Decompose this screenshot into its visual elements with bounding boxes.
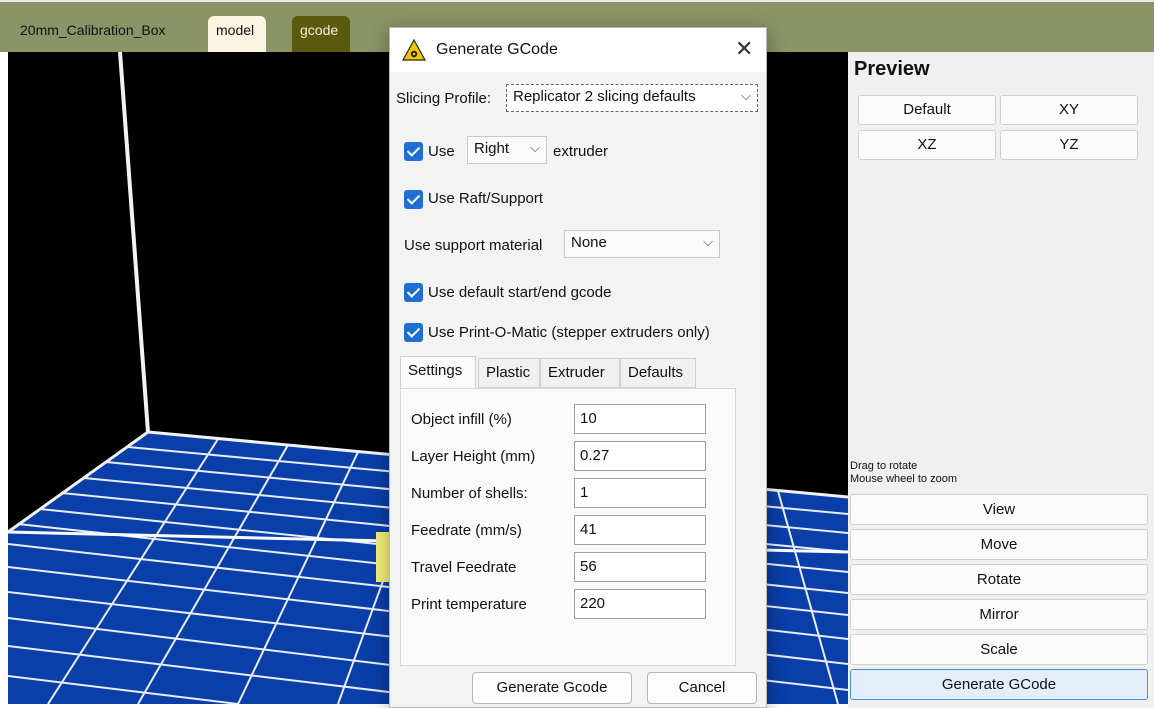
- use-raft-checkbox[interactable]: [404, 190, 423, 209]
- zoom-hint: Mouse wheel to zoom: [850, 473, 957, 485]
- tab-settings[interactable]: Settings: [400, 356, 476, 388]
- use-label: Use: [428, 143, 455, 160]
- extruder-label: extruder: [553, 143, 609, 160]
- support-material-label: Use support material: [404, 237, 543, 254]
- dialog-titlebar: Generate GCode ✕: [390, 28, 766, 72]
- feedrate-input[interactable]: 41: [574, 515, 706, 545]
- default-gcode-checkbox[interactable]: [404, 283, 423, 302]
- support-material-select[interactable]: None ⌵: [564, 230, 720, 258]
- print-o-matic-label: Use Print-O-Matic (stepper extruders onl…: [428, 324, 710, 341]
- tab-gcode[interactable]: gcode: [292, 16, 350, 54]
- number-of-shells-label: Number of shells:: [411, 485, 528, 502]
- file-name-tab[interactable]: 20mm_Calibration_Box: [20, 22, 166, 38]
- chevron-down-icon: ⌵: [741, 88, 751, 103]
- tab-model[interactable]: model: [208, 16, 266, 54]
- default-gcode-label: Use default start/end gcode: [428, 284, 612, 301]
- slicing-profile-select[interactable]: Replicator 2 slicing defaults ⌵: [506, 84, 758, 112]
- view-xy-button[interactable]: XY: [1000, 95, 1138, 125]
- settings-tab-page: Object infill (%) 10 Layer Height (mm) 0…: [400, 388, 736, 666]
- generate-gcode-side-button[interactable]: Generate GCode: [850, 669, 1148, 700]
- print-temperature-label: Print temperature: [411, 596, 527, 613]
- view-button[interactable]: View: [850, 494, 1148, 525]
- tab-extruder[interactable]: Extruder: [540, 358, 620, 388]
- scale-button[interactable]: Scale: [850, 634, 1148, 665]
- slicing-profile-value: Replicator 2 slicing defaults: [513, 88, 696, 105]
- print-o-matic-checkbox[interactable]: [404, 323, 423, 342]
- generate-gcode-button[interactable]: Generate Gcode: [472, 672, 632, 704]
- chevron-down-icon: ⌵: [703, 234, 713, 249]
- layer-height-label: Layer Height (mm): [411, 448, 536, 465]
- view-yz-button[interactable]: YZ: [1000, 130, 1138, 160]
- generate-gcode-dialog: Generate GCode ✕ Slicing Profile: Replic…: [389, 27, 767, 708]
- travel-feedrate-label: Travel Feedrate: [411, 559, 517, 576]
- extruder-value: Right: [474, 140, 510, 157]
- support-material-value: None: [571, 234, 607, 251]
- tab-plastic[interactable]: Plastic: [478, 358, 540, 388]
- object-infill-label: Object infill (%): [411, 411, 512, 428]
- rotate-button[interactable]: Rotate: [850, 564, 1148, 595]
- layer-height-input[interactable]: 0.27: [574, 441, 706, 471]
- cancel-button[interactable]: Cancel: [647, 672, 757, 704]
- chevron-down-icon: ⌵: [530, 140, 540, 155]
- preview-title: Preview: [854, 58, 930, 80]
- close-icon[interactable]: ✕: [735, 36, 753, 62]
- feedrate-label: Feedrate (mm/s): [411, 522, 522, 539]
- travel-feedrate-input[interactable]: 56: [574, 552, 706, 582]
- object-infill-input[interactable]: 10: [574, 404, 706, 434]
- view-xz-button[interactable]: XZ: [858, 130, 996, 160]
- tab-defaults[interactable]: Defaults: [620, 358, 696, 388]
- preview-panel: Preview Default XY XZ YZ Drag to rotate …: [848, 52, 1154, 708]
- slicing-profile-label: Slicing Profile:: [396, 90, 492, 107]
- rotate-hint: Drag to rotate: [850, 460, 918, 472]
- dialog-title: Generate GCode: [436, 41, 558, 58]
- view-default-button[interactable]: Default: [858, 95, 996, 125]
- use-raft-label: Use Raft/Support: [428, 190, 544, 207]
- print-temperature-input[interactable]: 220: [574, 589, 706, 619]
- warning-icon: [401, 38, 427, 66]
- move-button[interactable]: Move: [850, 529, 1148, 560]
- extruder-select[interactable]: Right ⌵: [467, 136, 547, 164]
- mirror-button[interactable]: Mirror: [850, 599, 1148, 630]
- use-extruder-checkbox[interactable]: [404, 142, 423, 161]
- number-of-shells-input[interactable]: 1: [574, 478, 706, 508]
